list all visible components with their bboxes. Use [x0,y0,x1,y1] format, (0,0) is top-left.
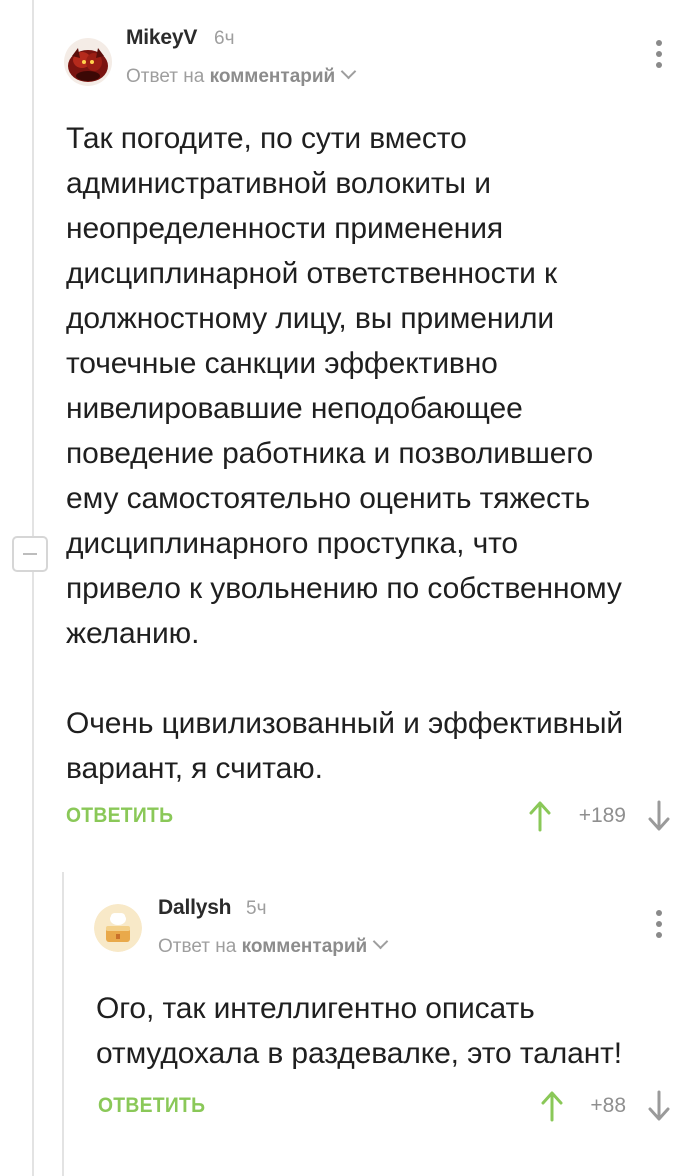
rating-count: +88 [590,1094,626,1117]
cake-avatar-icon [94,904,142,952]
reply-to-link[interactable]: Ответ на комментарий [126,63,357,88]
comment: MikeyV 6ч Ответ на комментарий Так погод… [64,20,684,870]
author-name[interactable]: Dallysh [158,896,232,920]
collapse-thread-button[interactable] [12,536,48,572]
upvote-arrow-icon[interactable] [528,800,552,832]
reply-button[interactable]: ОТВЕТИТЬ [66,804,173,828]
reply-button[interactable]: ОТВЕТИТЬ [98,1094,205,1118]
reply-to-link[interactable]: Ответ на комментарий [158,933,389,958]
reply-to-target: комментарий [209,66,336,87]
nested-thread-line [62,872,64,1176]
reply-to-target: комментарий [241,936,368,957]
chevron-down-icon [372,933,389,950]
more-options-icon[interactable] [649,908,669,944]
downvote-arrow-icon[interactable] [647,1090,671,1122]
comment-reply: Dallysh 5ч Ответ на комментарий Ого, так… [94,890,684,1150]
upvote-arrow-icon[interactable] [540,1090,564,1122]
timestamp: 6ч [214,28,235,49]
avatar[interactable] [64,38,112,86]
avatar[interactable] [94,904,142,952]
reply-to-prefix: Ответ на [158,936,237,957]
rating-count: +189 [578,804,626,827]
author-name[interactable]: MikeyV [126,26,197,50]
chevron-down-icon [340,63,357,80]
timestamp: 5ч [246,898,267,919]
more-options-icon[interactable] [649,38,669,74]
comment-text: Так погодите, по сути вместо администрат… [66,122,624,785]
demon-warrior-avatar-icon [64,38,112,86]
reply-to-prefix: Ответ на [126,66,205,87]
downvote-arrow-icon[interactable] [647,800,671,832]
thread-line [32,0,34,1176]
comment-text: Ого, так интеллигентно описать отмудохал… [96,992,623,1070]
